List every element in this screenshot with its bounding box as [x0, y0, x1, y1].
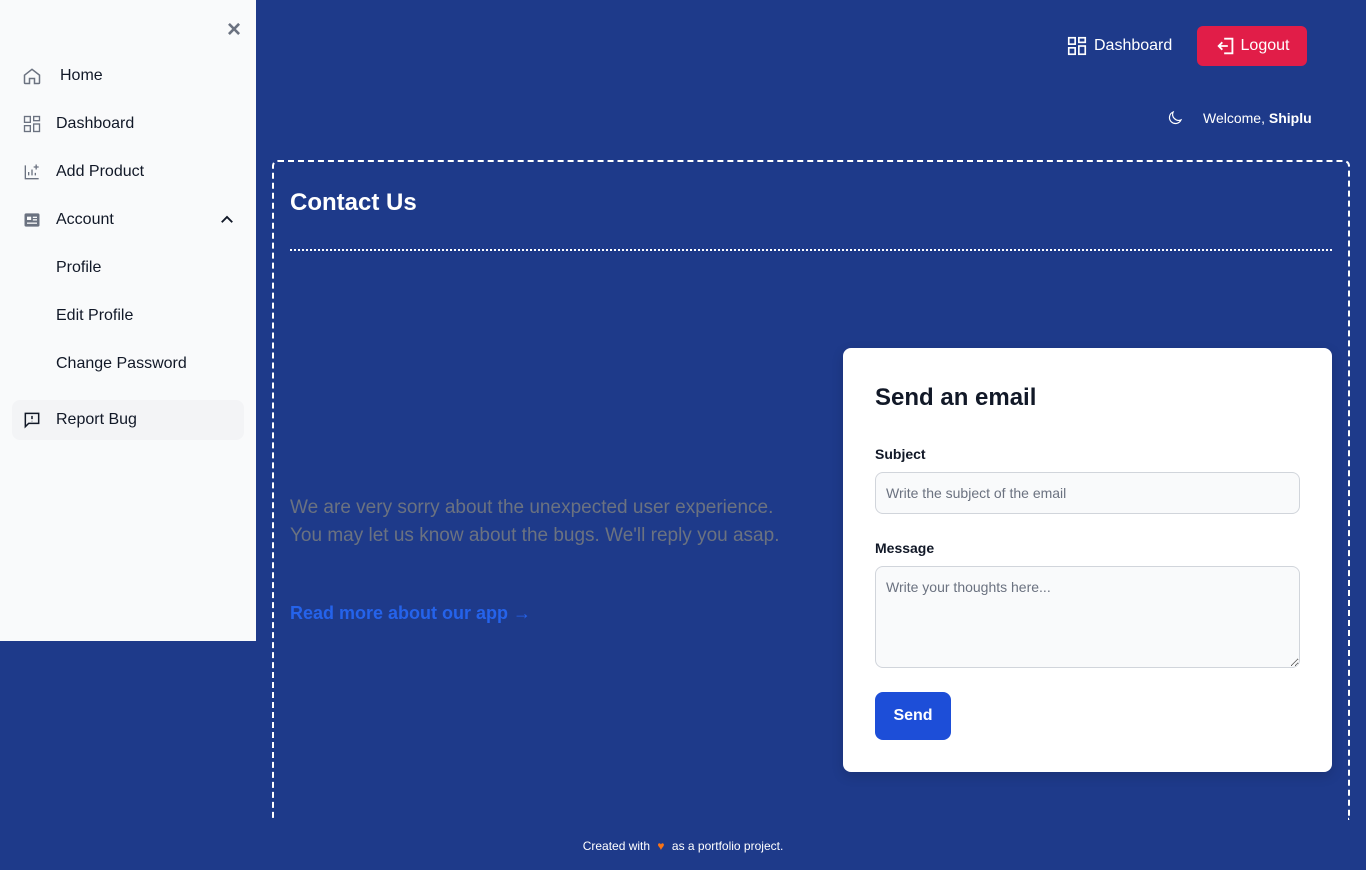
sidebar-item-label: Account	[56, 211, 114, 228]
sidebar-item-label: Profile	[56, 259, 102, 276]
sidebar-item-account[interactable]: Account	[12, 200, 244, 240]
sidebar-item-home[interactable]: Home	[12, 56, 244, 96]
header-dashboard-label: Dashboard	[1094, 37, 1173, 54]
sidebar-item-edit-profile[interactable]: Edit Profile	[12, 296, 244, 336]
send-button[interactable]: Send	[875, 692, 951, 740]
sidebar-item-profile[interactable]: Profile	[12, 248, 244, 288]
arrow-right-icon: →	[513, 603, 532, 623]
message-textarea[interactable]	[875, 566, 1300, 668]
page-title: Contact Us	[290, 189, 417, 216]
intro-text: We are very sorry about the unexpected u…	[290, 497, 780, 546]
logout-label: Logout	[1240, 37, 1290, 54]
logout-button[interactable]: Logout	[1197, 26, 1307, 66]
report-bug-icon	[20, 408, 44, 432]
sidebar-item-label: Report Bug	[56, 411, 137, 428]
sidebar-item-add-product[interactable]: Add Product	[12, 152, 244, 192]
sidebar-item-label: Home	[60, 67, 103, 84]
footer-prefix: Created with	[582, 839, 651, 853]
home-icon	[20, 64, 44, 88]
heart-icon: ♥	[657, 839, 665, 853]
add-chart-icon	[20, 160, 44, 184]
footer-suffix: as a portfolio project.	[671, 839, 784, 853]
close-sidebar-icon[interactable]: ×	[224, 18, 244, 42]
user-name: Shiplu	[1268, 110, 1312, 126]
logout-icon	[1216, 37, 1233, 55]
chevron-up-icon[interactable]	[218, 211, 236, 229]
sidebar-item-dashboard[interactable]: Dashboard	[12, 104, 244, 144]
sidebar-item-change-password[interactable]: Change Password	[12, 344, 244, 384]
message-label: Message	[875, 540, 935, 556]
sidebar-item-label: Add Product	[56, 163, 145, 180]
footer: Created with ♥ as a portfolio project.	[0, 839, 1366, 853]
sidebar-item-label: Change Password	[56, 355, 187, 372]
subject-label: Subject	[875, 446, 926, 462]
read-more-link[interactable]: Read more about our app →	[290, 603, 531, 624]
read-more-label: Read more about our app	[290, 603, 509, 623]
sidebar-item-report-bug[interactable]: Report Bug	[12, 400, 244, 440]
welcome-prefix: Welcome,	[1203, 110, 1265, 126]
moon-icon[interactable]	[1166, 109, 1184, 127]
welcome-text: Welcome, Shiplu	[1203, 110, 1312, 126]
dashboard-icon	[1067, 36, 1087, 56]
email-form-card: Send an email Subject Message Send	[843, 348, 1332, 772]
account-card-icon	[20, 208, 44, 232]
title-divider	[290, 249, 1332, 251]
sidebar: × Home Dashboard Add Product Account Pro…	[0, 0, 256, 641]
form-title: Send an email	[875, 384, 1037, 411]
subject-input[interactable]	[875, 472, 1300, 514]
sidebar-item-label: Edit Profile	[56, 307, 134, 324]
header-dashboard-link[interactable]: Dashboard	[1066, 26, 1172, 66]
sidebar-item-label: Dashboard	[56, 115, 135, 132]
dashboard-icon	[20, 112, 44, 136]
